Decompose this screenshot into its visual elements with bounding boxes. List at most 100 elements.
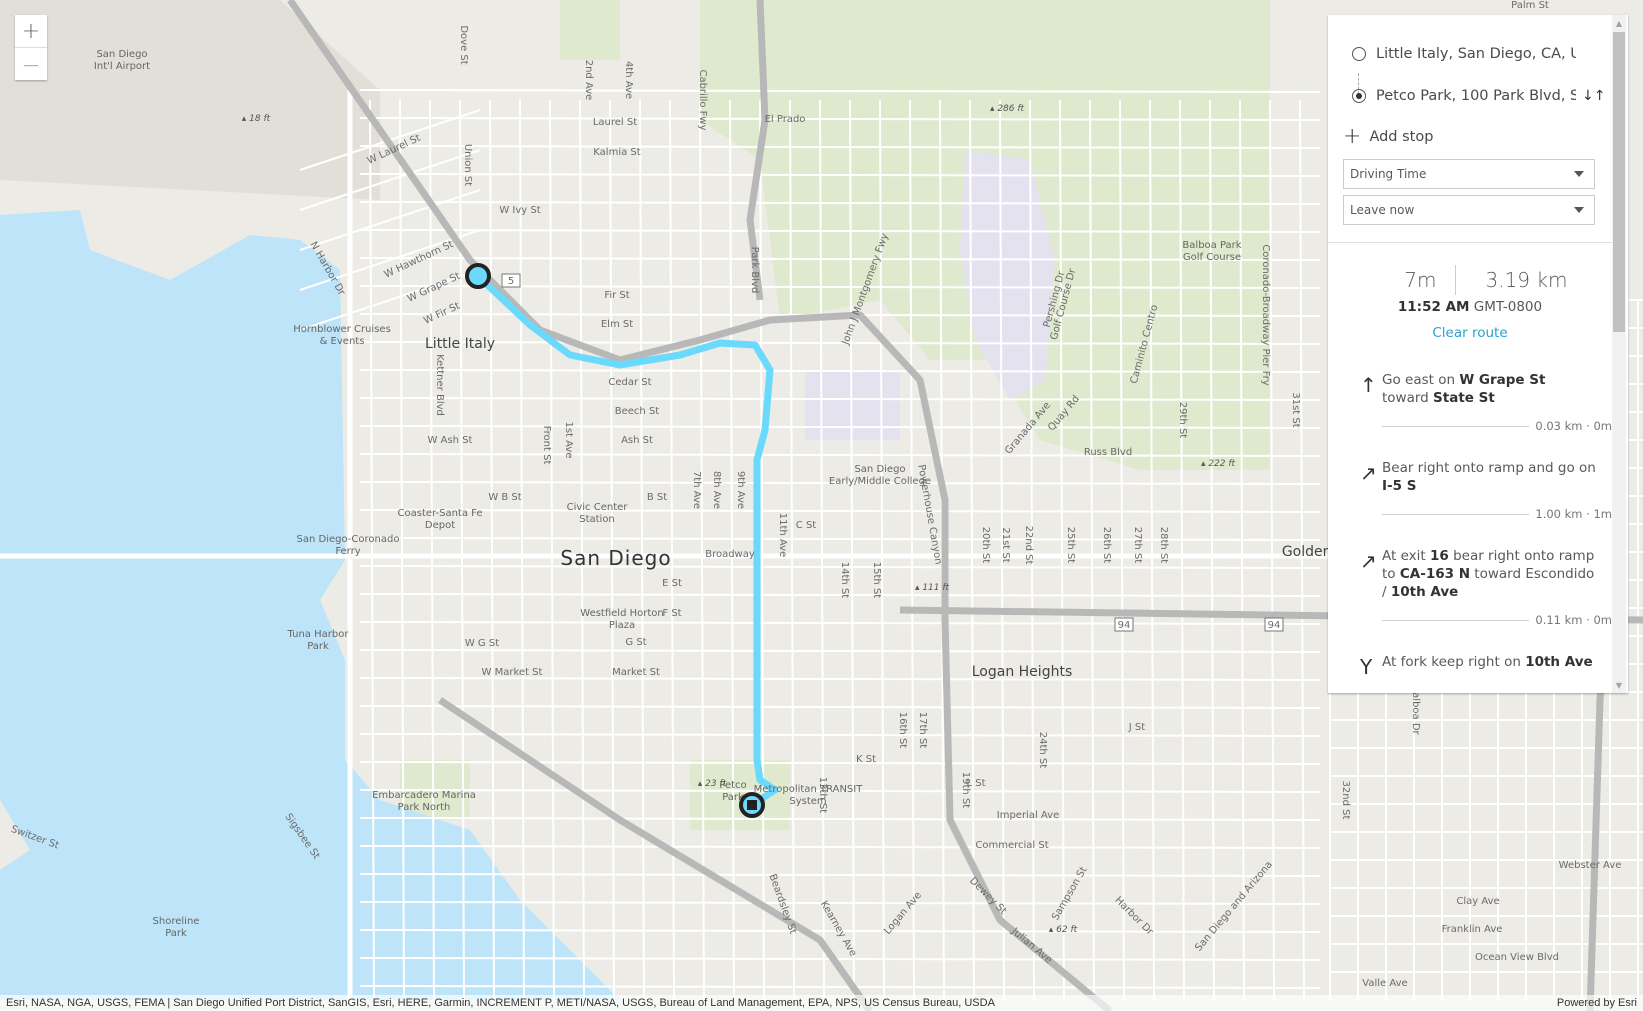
elevation-label: ▴ 111 ft (915, 583, 950, 593)
powered-by-esri[interactable]: Powered by Esri (1557, 997, 1637, 1009)
plus-icon: + (21, 18, 41, 44)
maneuver-item[interactable]: ↑ Go east on W Grape St toward State St 0.… (1352, 371, 1612, 433)
street-label: Ash St (621, 435, 653, 446)
scroll-up-icon[interactable]: ▲ (1612, 15, 1626, 31)
scrollbar-thumb[interactable] (1613, 32, 1625, 332)
maneuver-distance-time: 1.00 km · 1m (1535, 507, 1612, 521)
directions-content[interactable]: Little Italy, San Diego, CA, USA Petco P… (1328, 15, 1612, 693)
maneuver-item[interactable]: ↗ At exit 16 bear right onto ramp to CA-1… (1352, 547, 1612, 627)
street-label: Valle Ave (1362, 978, 1407, 989)
poi-label: Early/Middle College (829, 476, 931, 487)
maneuver-road-name: W Grape St (1459, 372, 1546, 388)
street-label: G St (625, 637, 646, 648)
maneuver-instruction: At exit (1382, 548, 1430, 564)
street-label: 25th St (1065, 527, 1076, 564)
street-label: 19th St (960, 772, 971, 809)
street-label: 15th St (871, 562, 882, 599)
minus-icon: — (23, 54, 39, 74)
route-summary: 7m 3.19 km 11:52 AM GMT-0800 Clear route (1328, 243, 1612, 341)
poi-label: Ferry (335, 546, 360, 557)
arrival-timezone: GMT-0800 (1473, 299, 1543, 315)
zoom-in-button[interactable]: + (15, 15, 47, 47)
street-label: C St (796, 520, 817, 531)
street-label: Franklin Ave (1442, 924, 1503, 935)
poi-label: San Diego-Coronado (297, 534, 400, 545)
elevation-label: ▴ 18 ft (242, 114, 271, 124)
street-label: Commercial St (975, 840, 1048, 851)
add-stop-button[interactable]: + Add stop (1328, 125, 1612, 149)
street-label: 31st St (1290, 392, 1301, 427)
swap-stops-icon[interactable]: ↓↑ (1582, 88, 1605, 104)
clear-route-link[interactable]: Clear route (1328, 325, 1612, 341)
street-label: J St (1128, 722, 1145, 733)
poi-label: Park (307, 641, 329, 652)
travel-mode-select[interactable]: Driving Time (1343, 159, 1595, 189)
zoom-control: + — (15, 15, 47, 80)
street-label: B St (647, 492, 667, 503)
maneuver-text: Go east on W Grape St toward State St (1382, 371, 1596, 407)
maneuver-meta: 0.03 km · 0m (1382, 419, 1612, 433)
maneuver-text: At exit 16 bear right onto ramp to CA-16… (1382, 547, 1596, 601)
elevation-label: ▴ 286 ft (990, 104, 1025, 114)
origin-marker[interactable] (465, 263, 491, 289)
maneuver-distance-time: 0.11 km · 0m (1535, 613, 1612, 627)
street-label: Cabrillo Fwy (697, 69, 708, 130)
street-label: 27th St (1132, 527, 1143, 564)
chevron-down-icon (1574, 171, 1584, 177)
maneuver-text: Bear right onto ramp and go on I-5 S (1382, 459, 1596, 495)
street-label: 24th St (1037, 732, 1048, 769)
highway-shield-label: 94 (1118, 620, 1131, 631)
maneuver-item[interactable]: Y At fork keep right on 10th Ave (1352, 653, 1612, 679)
map-attribution: Esri, NASA, NGA, USGS, FEMA | San Diego … (0, 995, 1643, 1011)
maneuver-road-name: 10th Ave (1525, 654, 1593, 670)
attribution-sources[interactable]: Esri, NASA, NGA, USGS, FEMA | San Diego … (6, 997, 995, 1009)
departure-time-select[interactable]: Leave now (1343, 195, 1595, 225)
stop-destination-input[interactable]: Petco Park, 100 Park Blvd, San Diego (1376, 88, 1576, 104)
destination-marker[interactable] (739, 792, 765, 818)
street-label: Park Blvd (749, 247, 760, 294)
maneuver-distance-time: 0.03 km · 0m (1535, 419, 1612, 433)
scroll-down-icon[interactable]: ▼ (1612, 677, 1626, 693)
place-label: San Diego (560, 546, 671, 570)
street-label: Clay Ave (1456, 896, 1499, 907)
street-label: 22nd St (1023, 526, 1034, 565)
maneuver-text: At fork keep right on 10th Ave (1382, 653, 1596, 671)
origin-radio-icon[interactable] (1352, 47, 1366, 61)
street-label: 20th St (980, 527, 991, 564)
departure-time-value: Leave now (1350, 203, 1415, 217)
chevron-down-icon (1574, 207, 1584, 213)
maneuver-road-name: 16 (1429, 548, 1449, 564)
maneuver-item[interactable]: ↗ Bear right onto ramp and go on I-5 S 1.0… (1352, 459, 1612, 521)
stop-origin[interactable]: Little Italy, San Diego, CA, USA (1352, 43, 1612, 65)
street-label: Coronado-Broadway Pier Fry (1260, 244, 1271, 385)
poi-label: Embarcadero Marina (372, 790, 476, 801)
stop-origin-input[interactable]: Little Italy, San Diego, CA, USA (1376, 46, 1576, 62)
panel-scrollbar[interactable]: ▲ ▼ (1612, 15, 1626, 693)
add-stop-label: Add stop (1369, 129, 1434, 145)
maneuver-instruction: Go east on (1382, 372, 1460, 388)
street-label: Webster Ave (1559, 860, 1622, 871)
zoom-out-button[interactable]: — (15, 47, 47, 80)
maneuver-meta: 1.00 km · 1m (1382, 507, 1612, 521)
poi-label: Park (165, 928, 187, 939)
street-label: Union St (462, 144, 473, 186)
highway-shield-label: 94 (1268, 620, 1281, 631)
maneuver-instruction: toward (1382, 390, 1434, 406)
elevation-label: ▴ 23 ft (698, 779, 727, 789)
destination-radio-icon[interactable] (1352, 89, 1366, 103)
stop-destination[interactable]: Petco Park, 100 Park Blvd, San Diego ↓↑ (1352, 85, 1612, 107)
maneuver-road-name: CA-163 N (1399, 566, 1470, 582)
street-label: Beech St (615, 406, 660, 417)
poi-label: & Events (320, 336, 365, 347)
street-label: Kettner Blvd (434, 354, 445, 416)
place-label: Little Italy (425, 336, 495, 352)
poi-label: Tuna Harbor (287, 629, 350, 640)
street-label: 4th Ave (623, 61, 634, 99)
poi-label: Civic Center (567, 502, 629, 513)
street-label: 26th St (1101, 527, 1112, 564)
balboa-park-north (560, 0, 620, 60)
maneuver-divider (1382, 425, 1530, 427)
poi-label: Hornblower Cruises (293, 324, 391, 335)
street-label: Dove St (458, 25, 469, 64)
poi-label: Westfield Horton (580, 608, 663, 619)
